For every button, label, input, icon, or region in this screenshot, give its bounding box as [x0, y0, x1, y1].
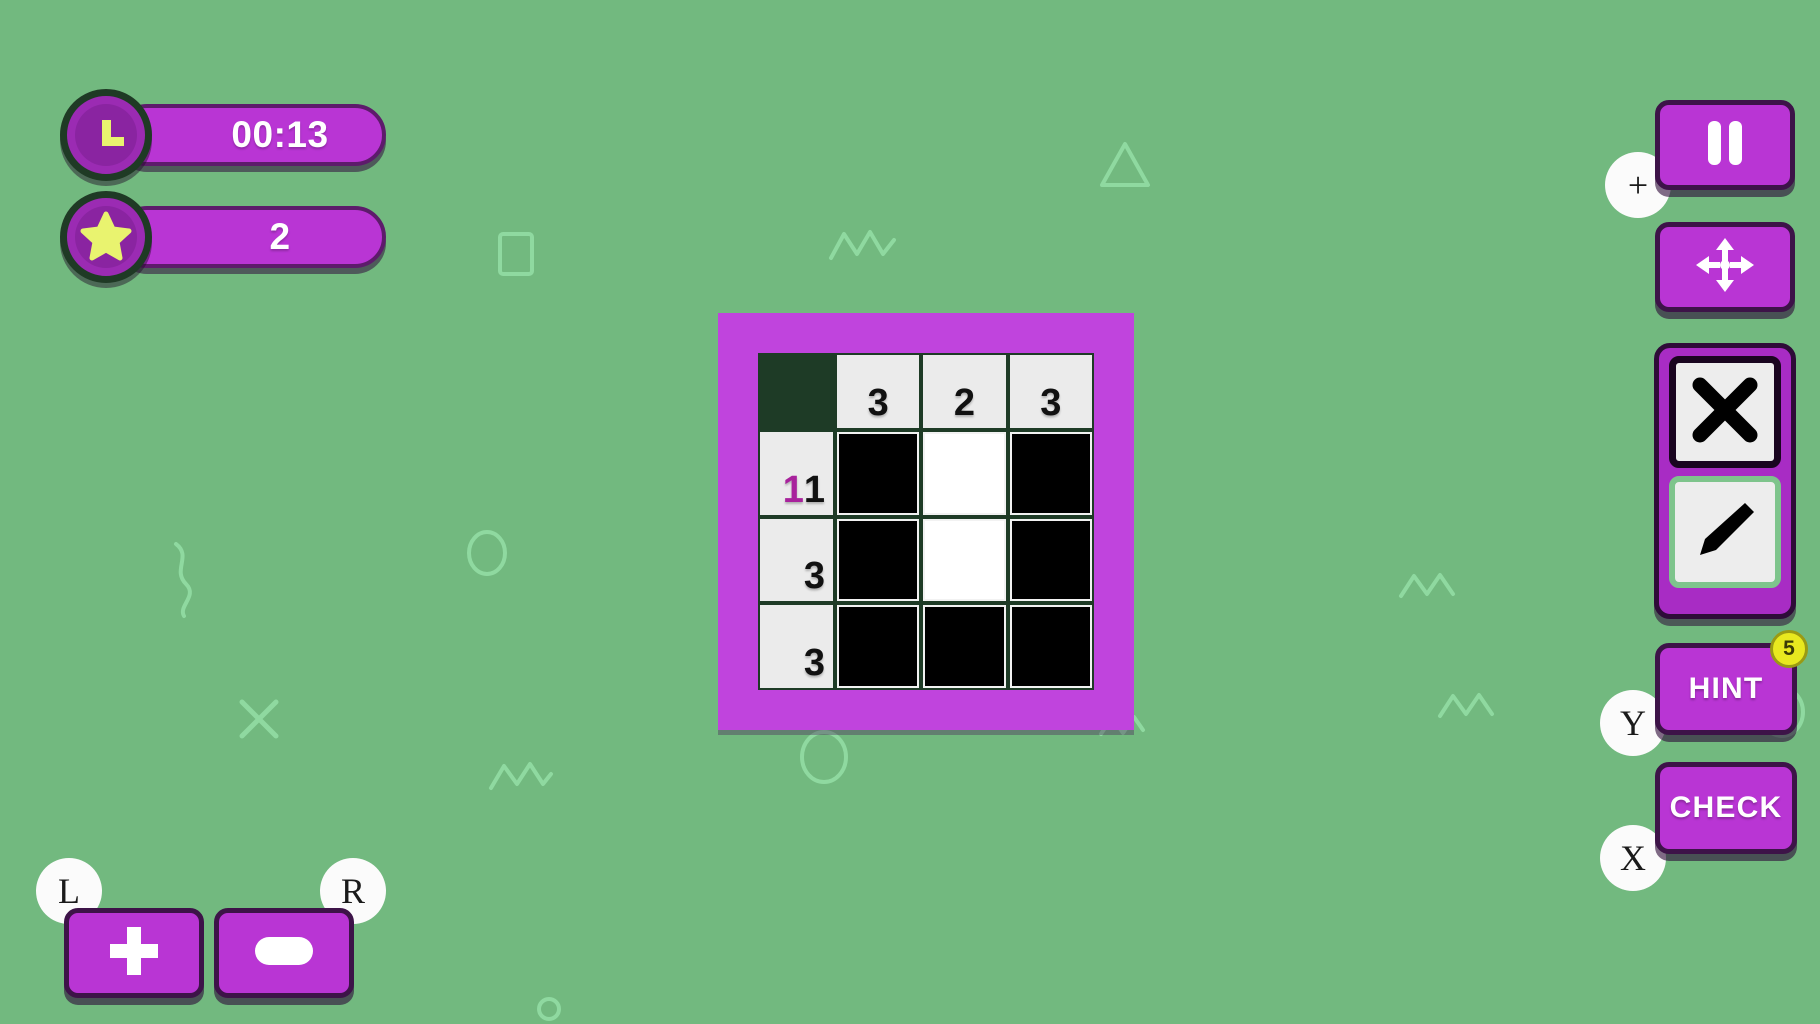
minus-icon: [252, 934, 316, 973]
hint-label: HINT: [1688, 672, 1764, 705]
clock-icon: [75, 104, 137, 166]
deco-square: [498, 232, 538, 278]
deco-triangle: [1098, 140, 1152, 190]
row-clue-value: 1: [803, 468, 825, 511]
deco-zigzag: [1437, 690, 1501, 722]
row-clue-1: 3: [760, 518, 833, 602]
zoom-out-button[interactable]: [214, 908, 354, 998]
cell-r1c1[interactable]: [923, 518, 1006, 602]
col-clue-value: 3: [867, 382, 889, 424]
row-clue-value: 3: [803, 641, 825, 684]
pause-icon: [1703, 118, 1747, 173]
cell-r2c2[interactable]: [1009, 605, 1092, 688]
cell-r2c0[interactable]: [837, 605, 920, 688]
puzzle-board: 3 2 3 1 1 3 3: [758, 353, 1094, 690]
star-icon: [75, 206, 137, 268]
cell-r0c1[interactable]: [923, 432, 1006, 515]
plus-icon: [105, 922, 163, 985]
cross-tool-button[interactable]: [1669, 356, 1781, 468]
row-clue-value: 1: [782, 468, 804, 511]
timer-value: 00:13: [231, 114, 329, 155]
col-clue-2: 3: [1009, 355, 1092, 428]
stars-value: 2: [269, 216, 291, 257]
col-clue-0: 3: [837, 355, 920, 428]
pencil-tool-button[interactable]: [1669, 476, 1781, 588]
col-clue-value: 2: [953, 382, 976, 424]
cell-r1c0[interactable]: [837, 518, 920, 602]
check-button[interactable]: CHECK: [1655, 762, 1797, 854]
deco-cross: [236, 696, 282, 742]
move-arrows-icon: [1693, 235, 1757, 300]
check-label: CHECK: [1669, 791, 1783, 824]
tool-panel: [1654, 343, 1796, 619]
grid-corner: [760, 355, 833, 428]
cell-r0c0[interactable]: [837, 432, 920, 515]
deco-zigzag: [828, 228, 898, 262]
key-label: L: [58, 871, 80, 911]
deco-circle: [464, 528, 510, 578]
stars-pill: 2: [116, 206, 386, 268]
key-label: +: [1627, 165, 1649, 205]
cell-r1c2[interactable]: [1009, 518, 1092, 602]
cell-r2c1[interactable]: [923, 605, 1006, 688]
zoom-in-button[interactable]: [64, 908, 204, 998]
timer-row: 00:13: [60, 89, 386, 181]
nonogram-grid: 3 2 3 1 1 3 3: [760, 355, 1092, 688]
hud-panel: 00:13 2: [60, 89, 386, 283]
timer-pill: 00:13: [116, 104, 386, 166]
puzzle-board-frame: 3 2 3 1 1 3 3: [718, 313, 1134, 730]
hint-count-badge: 5: [1770, 630, 1808, 668]
game-screen: 00:13 2 3 2 3 1 1 3 3 + Y HINT 5 X CHECK…: [0, 0, 1820, 1024]
col-clue-value: 3: [1040, 382, 1062, 424]
key-label: X: [1620, 838, 1646, 878]
deco-circle: [797, 728, 851, 786]
stars-row: 2: [60, 191, 386, 283]
deco-circle: [535, 995, 563, 1023]
col-clue-1: 2: [923, 355, 1006, 428]
stars-badge: [60, 191, 152, 283]
hint-count: 5: [1783, 637, 1795, 660]
deco-squiggle: [168, 540, 202, 620]
deco-zigzag: [1398, 570, 1462, 602]
deco-zigzag: [488, 760, 554, 792]
row-clue-2: 3: [760, 605, 833, 688]
cell-r0c2[interactable]: [1009, 432, 1092, 515]
key-label: Y: [1620, 703, 1646, 743]
pan-button[interactable]: [1655, 222, 1795, 312]
row-clue-value: 3: [803, 555, 825, 598]
key-label: R: [340, 871, 365, 911]
pencil-icon: [1688, 493, 1762, 572]
timer-badge: [60, 89, 152, 181]
x-mark-icon: [1688, 373, 1762, 452]
row-clue-0: 1 1: [760, 432, 833, 515]
pause-button[interactable]: [1655, 100, 1795, 190]
